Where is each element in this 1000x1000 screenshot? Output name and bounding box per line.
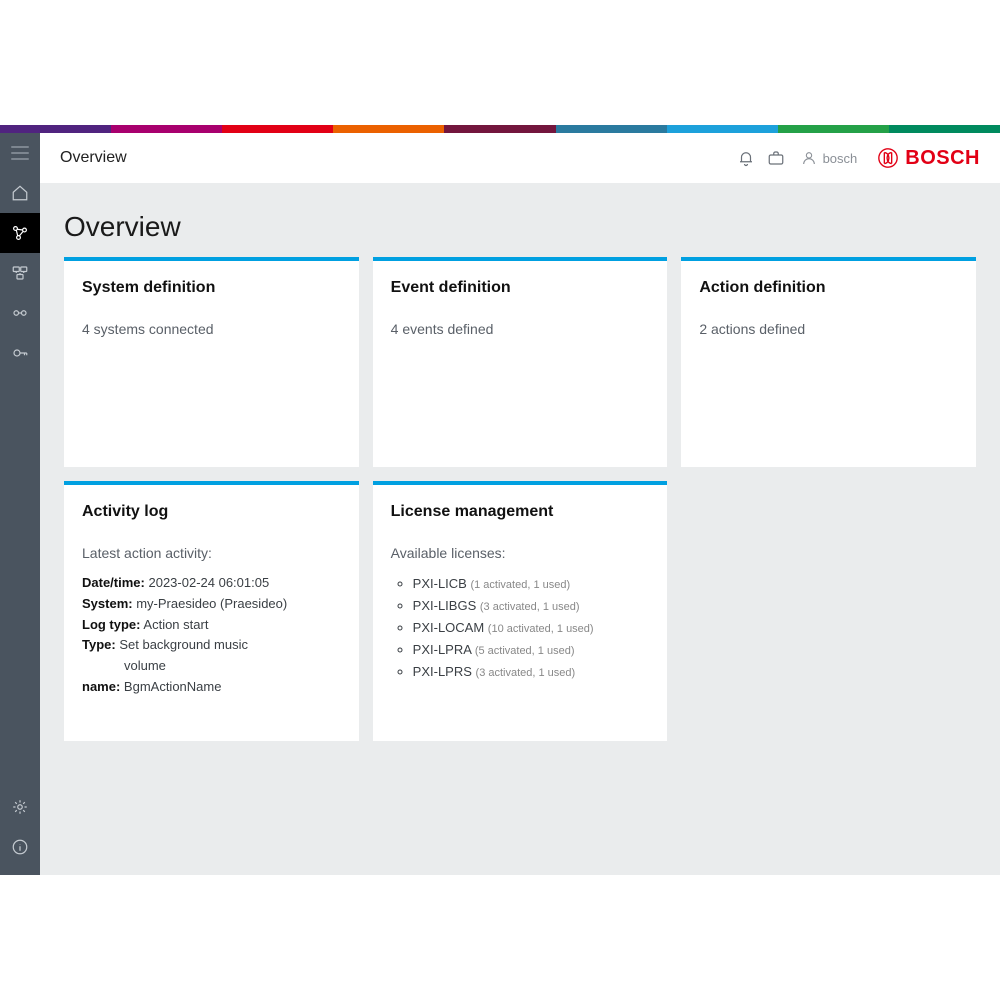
- brand-wordmark: BOSCH: [905, 147, 980, 170]
- sidebar-item-overview[interactable]: [0, 213, 40, 253]
- license-item: PXI-LPRA (5 activated, 1 used): [413, 639, 650, 661]
- card-summary: 4 events defined: [391, 321, 650, 337]
- license-lead: Available licenses:: [391, 545, 650, 561]
- bosch-anchor-icon: [877, 147, 899, 169]
- devices-icon: [11, 264, 29, 282]
- card-title: Activity log: [82, 503, 341, 521]
- activity-lead: Latest action activity:: [82, 545, 341, 561]
- card-activity-log[interactable]: Activity log Latest action activity: Dat…: [64, 481, 359, 741]
- license-list: PXI-LICB (1 activated, 1 used) PXI-LIBGS…: [391, 573, 650, 683]
- sidebar-item-info[interactable]: [0, 827, 40, 867]
- license-item: PXI-LPRS (3 activated, 1 used): [413, 661, 650, 683]
- license-item: PXI-LICB (1 activated, 1 used): [413, 573, 650, 595]
- gear-icon: [11, 798, 29, 816]
- key-icon: [11, 344, 29, 362]
- hamburger-icon: [11, 146, 29, 160]
- notifications-button[interactable]: [731, 143, 761, 173]
- sidebar-item-keys[interactable]: [0, 333, 40, 373]
- content-area: Overview System definition 4 systems con…: [40, 183, 1000, 875]
- user-name: bosch: [823, 151, 858, 166]
- card-system-definition[interactable]: System definition 4 systems connected: [64, 257, 359, 467]
- info-icon: [11, 838, 29, 856]
- workspace-button[interactable]: [761, 143, 791, 173]
- app-window: Overview bosch BOSCH Overview System def…: [0, 125, 1000, 875]
- card-summary: 4 systems connected: [82, 321, 341, 337]
- brand-color-bar: [0, 125, 1000, 133]
- cards-grid: System definition 4 systems connected Ev…: [64, 257, 976, 741]
- page-title-small: Overview: [60, 149, 127, 167]
- sidebar-item-home[interactable]: [0, 173, 40, 213]
- user-menu[interactable]: bosch: [801, 150, 858, 166]
- briefcase-icon: [767, 149, 785, 167]
- brand-logo: BOSCH: [877, 147, 980, 170]
- sidebar: [0, 133, 40, 875]
- card-title: License management: [391, 503, 650, 521]
- empty-grid-cell: [681, 481, 976, 741]
- card-event-definition[interactable]: Event definition 4 events defined: [373, 257, 668, 467]
- card-action-definition[interactable]: Action definition 2 actions defined: [681, 257, 976, 467]
- card-license-management[interactable]: License management Available licenses: P…: [373, 481, 668, 741]
- home-icon: [11, 184, 29, 202]
- menu-toggle[interactable]: [0, 133, 40, 173]
- topbar: Overview bosch BOSCH: [40, 133, 1000, 183]
- card-title: System definition: [82, 279, 341, 297]
- sidebar-item-devices[interactable]: [0, 253, 40, 293]
- license-item: PXI-LOCAM (10 activated, 1 used): [413, 617, 650, 639]
- bell-icon: [737, 149, 755, 167]
- network-icon: [11, 224, 29, 242]
- person-icon: [801, 150, 817, 166]
- card-title: Event definition: [391, 279, 650, 297]
- card-summary: 2 actions defined: [699, 321, 958, 337]
- zones-icon: [11, 304, 29, 322]
- card-title: Action definition: [699, 279, 958, 297]
- license-item: PXI-LIBGS (3 activated, 1 used): [413, 595, 650, 617]
- page-heading: Overview: [64, 211, 976, 243]
- sidebar-item-zones[interactable]: [0, 293, 40, 333]
- activity-details: Date/time: 2023-02-24 06:01:05 System: m…: [82, 573, 341, 698]
- sidebar-item-settings[interactable]: [0, 787, 40, 827]
